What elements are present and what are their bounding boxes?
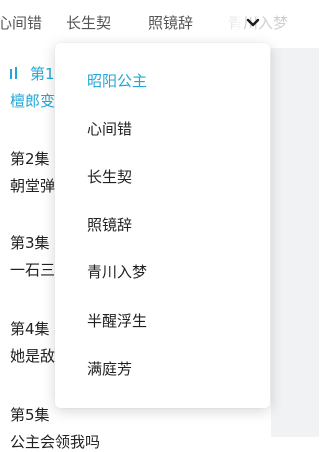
tab-series-1[interactable]: 心间错 [0,13,42,33]
tab-dropdown-toggle[interactable] [242,12,264,34]
dropdown-item[interactable]: 心间错 [87,119,132,139]
tab-series-2[interactable]: 长生契 [66,13,111,33]
episode-title: 第5集 [10,406,50,424]
series-dropdown-menu: 昭阳公主 心间错 长生契 照镜辞 青川入梦 半醒浮生 满庭芳 [55,43,270,408]
dropdown-item[interactable]: 长生契 [87,167,132,187]
chevron-down-icon [246,18,260,28]
dropdown-item[interactable]: 照镜辞 [87,215,132,235]
dropdown-item[interactable]: 半醒浮生 [87,311,147,331]
episode-subtitle: 公主会领我吗 [10,433,101,451]
dropdown-item[interactable]: 青川入梦 [87,262,147,282]
tab-series-3[interactable]: 照镜辞 [148,13,193,33]
series-tab-bar: 心间错 长生契 照镜辞 青川入梦 [0,0,319,48]
playing-bars-icon [10,67,18,79]
scrollbar-track[interactable] [271,48,319,437]
dropdown-item[interactable]: 满庭芳 [87,359,132,379]
dropdown-item-selected[interactable]: 昭阳公主 [87,71,147,91]
episode-item-5[interactable]: 第5集 公主会领我吗 [10,405,100,452]
tab-fade-overlay [224,0,244,48]
